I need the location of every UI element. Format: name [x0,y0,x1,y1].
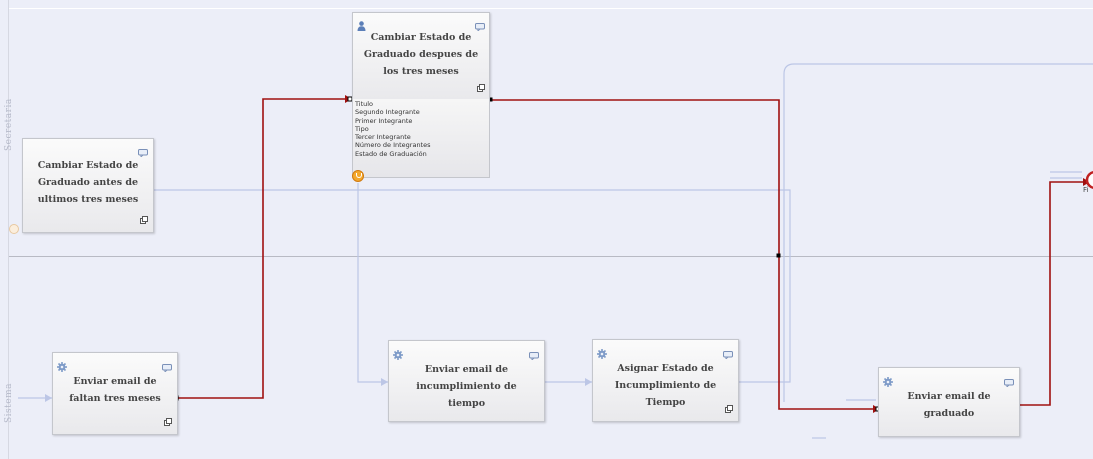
attribute-item: Número de Integrantes [355,141,431,150]
attribute-item: Tipo [355,124,369,133]
task-title: Cambiar Estado de Graduado despues de lo… [363,32,479,77]
attribute-item: Segundo Integrante [355,108,420,117]
flow-email-graduate-to-end [1018,181,1088,406]
task-email-timeout[interactable]: Enviar email de incumplimiento de tiempo [388,340,545,422]
arrowhead-email-timeout [381,378,388,386]
task-update-before[interactable]: Cambiar Estado de Graduado antes de ulti… [22,138,154,233]
task-title: Enviar email de faltan tres meses [69,376,161,404]
task-title: Enviar email de incumplimiento de tiempo [416,364,517,409]
port [776,253,781,258]
boundary-marker [9,224,19,234]
flow-update-after-to-email-timeout [357,183,388,383]
arrowhead-start [45,394,52,402]
task-title: Cambiar Estado de Graduado antes de ulti… [37,160,139,205]
attribute-list: Titulo Segundo Integrante Primer Integra… [355,100,431,158]
task-email-graduate[interactable]: Enviar email de graduado [878,367,1020,437]
subprocess-icon[interactable] [140,209,148,228]
task-title: Enviar email de graduado [907,391,991,419]
flow-email-missing-to-update-after [176,98,348,399]
task-email-missing[interactable]: Enviar email de faltan tres meses [52,352,178,435]
attribute-item: Tercer Integrante [355,133,411,142]
task-title: Asignar Estado de Incumplimiento de Tiem… [614,363,717,408]
end-event-label: Fi [1083,186,1089,194]
subprocess-icon[interactable] [477,77,485,96]
task-assign-timeout[interactable]: Asignar Estado de Incumplimiento de Tiem… [592,339,739,422]
subprocess-icon[interactable] [725,398,733,417]
attribute-item: Titulo [355,100,374,108]
subprocess-icon[interactable] [164,411,172,430]
attribute-item: Estado de Graduación [355,149,427,158]
task-update-after[interactable]: Cambiar Estado de Graduado despues de lo… [352,12,490,100]
attribute-panel: Titulo Segundo Integrante Primer Integra… [352,99,490,178]
flow-top-right [783,63,1093,402]
attribute-item: Primer Integrante [355,116,413,125]
warning-icon[interactable] [352,170,364,182]
process-canvas: Secretaria Sistema Fi Cambiar Estado de … [0,0,1093,459]
arrowhead-assign [585,378,592,386]
